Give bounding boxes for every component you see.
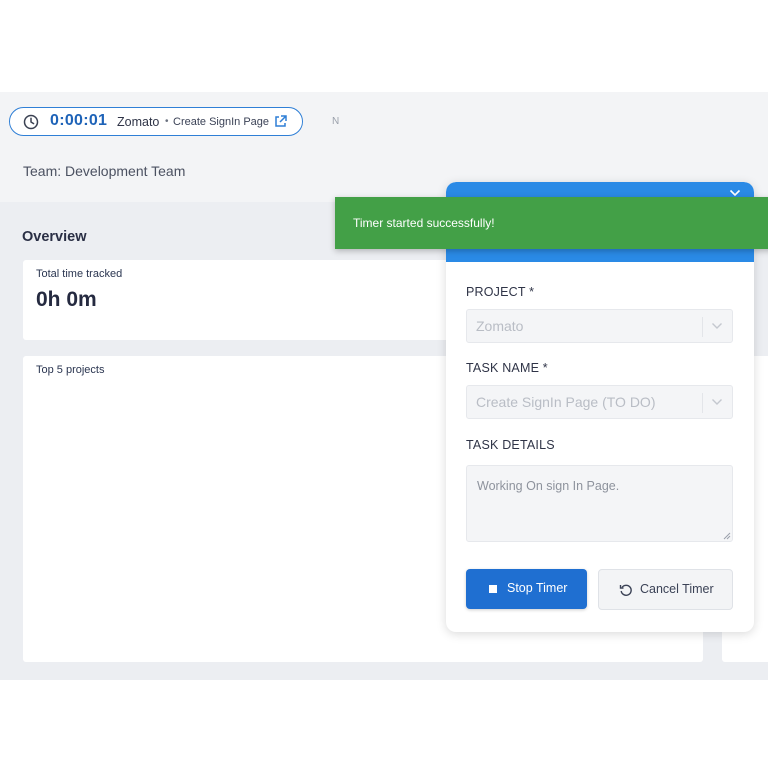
select-divider <box>702 317 703 337</box>
project-select-value: Zomato <box>476 318 524 334</box>
success-toast: Timer started successfully! <box>335 197 768 249</box>
clock-icon <box>23 114 39 130</box>
undo-icon <box>619 584 632 596</box>
stop-timer-button[interactable]: Stop Timer <box>466 569 587 609</box>
chevron-down-icon[interactable] <box>729 189 741 197</box>
running-timer-pill[interactable]: 0:00:01 Zomato • Create SignIn Page <box>9 107 303 136</box>
timer-project: Zomato <box>117 115 160 129</box>
timer-separator: • <box>165 116 169 127</box>
resize-handle-icon[interactable] <box>723 532 731 540</box>
project-select[interactable]: Zomato <box>466 309 733 343</box>
project-label: PROJECT * <box>466 285 535 299</box>
cancel-timer-label: Cancel Timer <box>640 582 714 596</box>
total-time-card: Total time tracked 0h 0m <box>23 260 463 340</box>
toast-message: Timer started successfully! <box>353 216 495 230</box>
task-details-label: TASK DETAILS <box>466 438 555 452</box>
task-name-select[interactable]: Create SignIn Page (TO DO) <box>466 385 733 419</box>
total-time-value: 0h 0m <box>36 288 97 311</box>
chevron-down-icon <box>712 323 722 329</box>
chevron-down-icon <box>712 399 722 405</box>
team-name: Team: Development Team <box>23 163 186 179</box>
stop-icon <box>489 585 497 593</box>
app-background: 0:00:01 Zomato • Create SignIn Page N Te… <box>0 92 768 680</box>
task-details-textarea[interactable]: Working On sign In Page. <box>466 465 733 542</box>
total-time-label: Total time tracked <box>36 268 123 280</box>
select-divider <box>702 393 703 413</box>
task-name-select-value: Create SignIn Page (TO DO) <box>476 394 656 410</box>
task-name-label: TASK NAME * <box>466 361 548 375</box>
stop-timer-label: Stop Timer <box>507 581 568 595</box>
overview-heading: Overview <box>22 229 87 245</box>
cancel-timer-button[interactable]: Cancel Timer <box>598 569 733 610</box>
obscured-header-text: N <box>332 116 340 127</box>
external-link-icon[interactable] <box>273 114 288 129</box>
timer-task: Create SignIn Page <box>173 116 270 128</box>
top-projects-label: Top 5 projects <box>36 364 105 376</box>
timer-elapsed: 0:00:01 <box>50 112 108 129</box>
timer-panel: PROJECT * Zomato TASK NAME * Create Sign… <box>446 182 754 632</box>
task-details-value: Working On sign In Page. <box>477 479 620 493</box>
